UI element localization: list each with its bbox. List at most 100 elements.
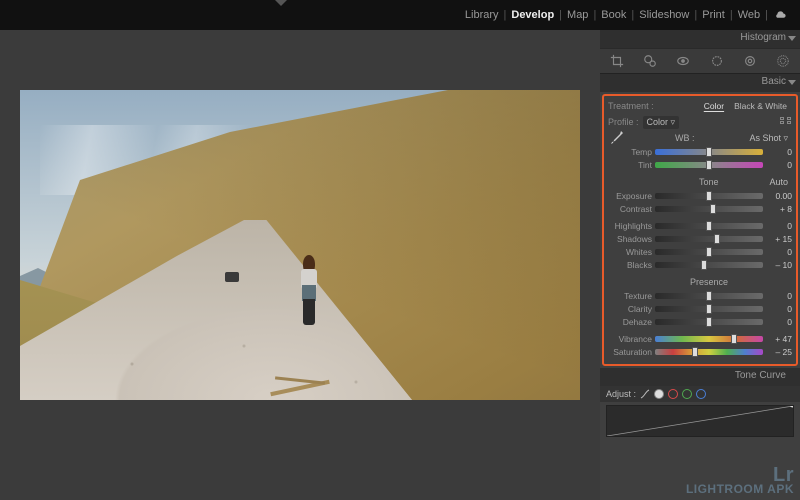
slider-temp: Temp 0 [608,145,792,158]
watermark: Lr LIGHTROOM APK [686,468,794,496]
slider-whites: Whites 0 [608,245,792,258]
slider-vibrance-label: Vibrance [608,334,652,344]
slider-blacks-handle[interactable] [701,260,707,270]
slider-clarity-value[interactable]: 0 [766,304,792,314]
curve-channel-luma[interactable] [654,389,664,399]
slider-highlights-value[interactable]: 0 [766,221,792,231]
slider-blacks: Blacks – 10 [608,258,792,271]
slider-saturation-value[interactable]: – 25 [766,347,792,357]
slider-highlights: Highlights 0 [608,219,792,232]
slider-highlights-label: Highlights [608,221,652,231]
tone-auto-button[interactable]: Auto [765,176,792,188]
spot-tool-icon[interactable] [643,54,657,68]
crop-tool-icon[interactable] [610,54,624,68]
slider-vibrance-handle[interactable] [731,334,737,344]
slider-vibrance-track[interactable] [655,336,763,342]
module-picker: Library| Develop| Map| Book| Slideshow| … [0,0,800,30]
slider-contrast-label: Contrast [608,204,652,214]
chevron-down-icon [788,36,796,41]
gradient-tool-icon[interactable] [743,54,757,68]
tonecurve-adjust-row: Adjust : [600,386,800,402]
slider-exposure-track[interactable] [655,193,763,199]
slider-shadows-handle[interactable] [714,234,720,244]
slider-shadows-label: Shadows [608,234,652,244]
module-web[interactable]: Web [733,9,765,21]
slider-dehaze: Dehaze 0 [608,315,792,328]
slider-tint-value[interactable]: 0 [766,160,792,170]
wb-dropdown[interactable]: As Shot ▿ [745,132,792,145]
slider-dehaze-value[interactable]: 0 [766,317,792,327]
basic-panel-header[interactable]: Basic [600,74,800,92]
tone-label: Tone [652,177,765,187]
module-book[interactable]: Book [596,9,631,21]
slider-whites-value[interactable]: 0 [766,247,792,257]
slider-dehaze-handle[interactable] [706,317,712,327]
slider-dehaze-track[interactable] [655,319,763,325]
tone-curve-graph[interactable] [606,405,794,437]
chevron-down-icon [788,80,796,85]
histogram-panel-header[interactable]: Histogram [600,30,800,48]
cloud-sync-icon[interactable] [768,10,792,20]
curve-channel-green[interactable] [682,389,692,399]
brush-tool-icon[interactable] [776,54,790,68]
slider-saturation-handle[interactable] [692,347,698,357]
slider-temp-handle[interactable] [706,147,712,157]
slider-exposure-value[interactable]: 0.00 [766,191,792,201]
profile-dropdown[interactable]: Color ▿ [643,116,680,129]
module-develop[interactable]: Develop [506,9,559,21]
slider-tint: Tint 0 [608,158,792,171]
slider-temp-label: Temp [608,147,652,157]
module-library[interactable]: Library [460,9,504,21]
slider-highlights-handle[interactable] [706,221,712,231]
slider-clarity-track[interactable] [655,306,763,312]
slider-contrast: Contrast + 8 [608,202,792,215]
slider-texture-value[interactable]: 0 [766,291,792,301]
slider-contrast-handle[interactable] [710,204,716,214]
wb-label: WB : [624,133,745,143]
slider-whites-handle[interactable] [706,247,712,257]
point-curve-icon[interactable] [640,389,650,399]
tonecurve-panel-header[interactable]: Tone Curve [600,368,800,386]
basic-panel: Treatment : Color Black & White Profile … [602,94,798,366]
image-viewer[interactable] [0,30,600,500]
basic-label: Basic [762,76,786,87]
slider-shadows-track[interactable] [655,236,763,242]
treatment-color[interactable]: Color [699,100,729,112]
slider-saturation-track[interactable] [655,349,763,355]
profile-browser-icon[interactable] [780,117,792,127]
masking-tool-icon[interactable] [710,54,724,68]
treatment-bw[interactable]: Black & White [729,100,792,112]
slider-texture-label: Texture [608,291,652,301]
slider-vibrance-value[interactable]: + 47 [766,334,792,344]
filmstrip-toggle-icon[interactable] [275,0,287,6]
curve-channel-blue[interactable] [696,389,706,399]
histogram-label: Histogram [740,32,786,43]
slider-texture-track[interactable] [655,293,763,299]
module-map[interactable]: Map [562,9,593,21]
redeye-tool-icon[interactable] [676,54,690,68]
slider-clarity-handle[interactable] [706,304,712,314]
slider-tint-label: Tint [608,160,652,170]
slider-dehaze-label: Dehaze [608,317,652,327]
slider-blacks-track[interactable] [655,262,763,268]
slider-temp-track[interactable] [655,149,763,155]
slider-shadows-value[interactable]: + 15 [766,234,792,244]
module-slideshow[interactable]: Slideshow [634,9,694,21]
slider-texture-handle[interactable] [706,291,712,301]
slider-exposure-handle[interactable] [706,191,712,201]
slider-highlights-track[interactable] [655,223,763,229]
slider-contrast-value[interactable]: + 8 [766,204,792,214]
adjust-label: Adjust : [606,389,636,399]
module-print[interactable]: Print [697,9,730,21]
wb-eyedropper-icon[interactable] [608,130,624,146]
slider-whites-label: Whites [608,247,652,257]
slider-clarity-label: Clarity [608,304,652,314]
treatment-label: Treatment : [608,101,654,111]
slider-contrast-track[interactable] [655,206,763,212]
slider-tint-track[interactable] [655,162,763,168]
curve-channel-red[interactable] [668,389,678,399]
slider-tint-handle[interactable] [706,160,712,170]
slider-temp-value[interactable]: 0 [766,147,792,157]
slider-blacks-value[interactable]: – 10 [766,260,792,270]
slider-whites-track[interactable] [655,249,763,255]
